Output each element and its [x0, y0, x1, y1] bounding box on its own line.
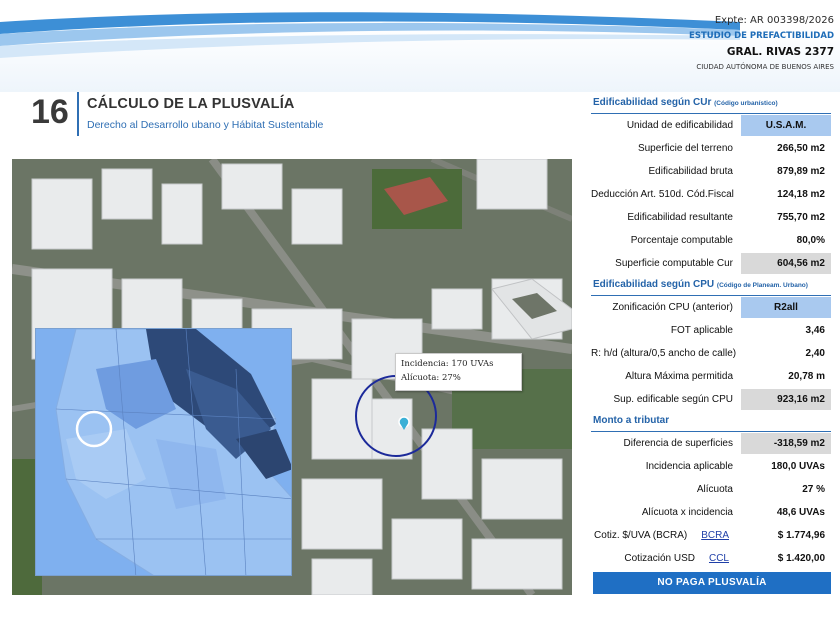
- city-name: CIUDAD AUTÓNOMA DE BUENOS AIRES: [696, 63, 834, 71]
- document-header-info: Expte: AR 003398/2026 ESTUDIO DE PREFACT…: [689, 14, 834, 72]
- city-location-map: [35, 328, 292, 576]
- row-label: Unidad de edificabilidad: [626, 120, 733, 131]
- table-row: FOT aplicable 3,46: [591, 319, 831, 342]
- cur-section-header: Edificabilidad según CUr (Código urbanís…: [591, 93, 831, 114]
- expediente-number: Expte: AR 003398/2026: [714, 15, 834, 26]
- row-label: Diferencia de superficies: [623, 438, 734, 449]
- header-band: Expte: AR 003398/2026 ESTUDIO DE PREFACT…: [0, 0, 840, 92]
- monto-section-header: Monto a tributar: [591, 411, 831, 432]
- row-label-text: Cotización USD: [624, 553, 695, 564]
- section-number: 16: [31, 93, 69, 131]
- location-pin-icon[interactable]: [397, 416, 411, 430]
- result-wrapper: NO PAGA PLUSVALÍA: [591, 570, 831, 594]
- cpu-section-header: Edificabilidad según CPU (Código de Plan…: [591, 275, 831, 296]
- table-row: Sup. edificable según CPU 923,16 m2: [591, 388, 831, 411]
- row-label: Cotización USD CCL: [591, 553, 741, 564]
- incidence-tooltip: Incidencia: 170 UVAs Alícuota: 27%: [395, 353, 522, 391]
- row-value: U.S.A.M.: [741, 115, 831, 136]
- row-label: Edificabilidad bruta: [648, 166, 734, 177]
- row-label: FOT aplicable: [670, 325, 733, 336]
- row-label: Cotiz. $/UVA (BCRA) BCRA: [591, 530, 741, 541]
- table-row: Alícuota 27 %: [591, 478, 831, 501]
- row-value: 48,6 UVAs: [776, 507, 825, 518]
- row-label: Superficie computable Cur: [615, 258, 733, 269]
- table-row: Porcentaje computable 80,0%: [591, 229, 831, 252]
- section-title: CÁLCULO DE LA PLUSVALÍA: [87, 96, 295, 112]
- row-value: 879,89 m2: [777, 166, 825, 177]
- row-label: Altura Máxima permitida: [625, 371, 733, 382]
- row-value: 604,56 m2: [741, 253, 831, 274]
- cur-title: Edificabilidad según CUr: [593, 97, 712, 108]
- tooltip-incidence: Incidencia: 170 UVAs: [401, 359, 494, 369]
- calculation-panel: Edificabilidad según CUr (Código urbanís…: [591, 93, 831, 594]
- row-value: 755,70 m2: [777, 212, 825, 223]
- table-row: Unidad de edificabilidad U.S.A.M.: [591, 114, 831, 137]
- row-value: 80,0%: [796, 235, 825, 246]
- table-row: Altura Máxima permitida 20,78 m: [591, 365, 831, 388]
- table-row: Deducción Art. 510d. Cód.Fiscal 124,18 m…: [591, 183, 831, 206]
- row-value: $ 1.774,96: [777, 530, 825, 541]
- row-label: Alícuota x incidencia: [641, 507, 733, 518]
- row-label: Edificabilidad resultante: [627, 212, 733, 223]
- row-label: Incidencia aplicable: [645, 461, 733, 472]
- row-label: Zonificación CPU (anterior): [612, 302, 733, 313]
- table-row: Zonificación CPU (anterior) R2all: [591, 296, 831, 319]
- cpu-title-small: (Código de Planeam. Urbano): [716, 282, 808, 289]
- cpu-title: Edificabilidad según CPU: [593, 279, 715, 290]
- row-value: 2,40: [805, 348, 825, 359]
- city-districts-graphic: [36, 329, 291, 575]
- table-row: Incidencia aplicable 180,0 UVAs: [591, 455, 831, 478]
- property-address: GRAL. RIVAS 2377: [726, 46, 834, 58]
- section-subtitle: Derecho al Desarrollo ubano y Hábitat Su…: [87, 119, 324, 131]
- row-label: Sup. edificable según CPU: [613, 394, 733, 405]
- tooltip-alicuota: Alícuota: 27%: [401, 373, 461, 383]
- row-label: Superficie del terreno: [637, 143, 733, 154]
- row-label-text: Cotiz. $/UVA (BCRA): [594, 530, 688, 541]
- table-row: Superficie del terreno 266,50 m2: [591, 137, 831, 160]
- row-value: 923,16 m2: [741, 389, 831, 410]
- row-value: 124,18 m2: [777, 189, 825, 200]
- ccl-link[interactable]: CCL: [709, 553, 729, 564]
- table-row: Cotiz. $/UVA (BCRA) BCRA $ 1.774,96: [591, 524, 831, 547]
- table-row: Alícuota x incidencia 48,6 UVAs: [591, 501, 831, 524]
- cur-title-small: (Código urbanístico): [714, 100, 778, 107]
- row-label: Alícuota: [696, 484, 733, 495]
- table-row: Edificabilidad resultante 755,70 m2: [591, 206, 831, 229]
- table-row: Edificabilidad bruta 879,89 m2: [591, 160, 831, 183]
- row-value: -318,59 m2: [741, 433, 831, 454]
- bcra-link[interactable]: BCRA: [701, 530, 729, 541]
- table-row: Diferencia de superficies -318,59 m2: [591, 432, 831, 455]
- row-value: 266,50 m2: [777, 143, 825, 154]
- row-value: $ 1.420,00: [777, 553, 825, 564]
- row-value: R2all: [741, 297, 831, 318]
- monto-title: Monto a tributar: [593, 415, 670, 426]
- row-value: 3,46: [805, 325, 825, 336]
- row-label: Deducción Art. 510d. Cód.Fiscal: [591, 189, 734, 200]
- study-type: ESTUDIO DE PREFACTIBILIDAD: [689, 31, 834, 41]
- row-value: 27 %: [802, 484, 825, 495]
- row-value: 20,78 m: [788, 371, 825, 382]
- table-row: Cotización USD CCL $ 1.420,00: [591, 547, 831, 570]
- table-row: R: h/d (altura/0,5 ancho de calle) 2,40: [591, 342, 831, 365]
- row-value: 180,0 UVAs: [771, 461, 825, 472]
- result-banner: NO PAGA PLUSVALÍA: [593, 572, 831, 594]
- table-row: Superficie computable Cur 604,56 m2: [591, 252, 831, 275]
- section-divider: [77, 92, 79, 136]
- row-label: R: h/d (altura/0,5 ancho de calle): [591, 348, 737, 359]
- row-label: Porcentaje computable: [630, 235, 733, 246]
